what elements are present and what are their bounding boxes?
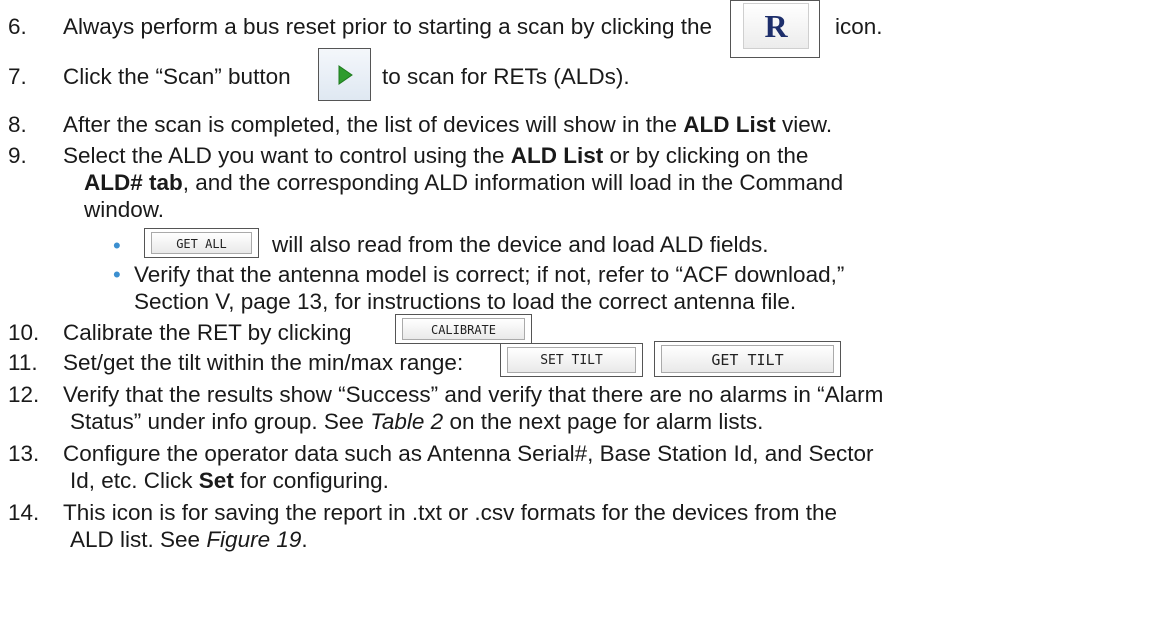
bullet-text: Verify that the antenna model is correct… [134,262,845,287]
step-text: Verify that the results show “Success” a… [63,382,884,407]
get-all-button[interactable]: GET ALL [144,228,259,258]
bus-reset-icon: R [764,8,788,44]
step-text: Always perform a bus reset prior to star… [63,14,713,39]
calibrate-button[interactable]: CALIBRATE [395,314,532,344]
step-text: ALD list. See Figure 19. [70,527,308,552]
bullet-dot: • [113,262,121,287]
step-text: window. [84,197,165,222]
bus-reset-button[interactable]: R [730,0,820,58]
step-number: 8. [8,112,27,137]
step-text: Calibrate the RET by clicking [63,320,352,345]
step-text: Configure the operator data such as Ante… [63,441,874,466]
step-text: Id, etc. Click Set for configuring. [70,468,389,493]
bullet-text: Section V, page 13, for instructions to … [134,289,797,314]
bullet-text: will also read from the device and load … [272,232,769,257]
step-number: 10. [8,320,40,345]
scan-button[interactable] [318,48,371,101]
step-text: ALD# tab, and the corresponding ALD info… [84,170,844,195]
step-number: 13. [8,441,40,466]
step-number: 6. [8,14,27,39]
play-icon [338,65,353,85]
step-number: 9. [8,143,27,168]
step-text: After the scan is completed, the list of… [63,112,833,137]
step-text: Select the ALD you want to control using… [63,143,809,168]
step-text: Click the “Scan” button [63,64,291,89]
step-text: icon. [835,14,883,39]
step-number: 11. [8,350,38,375]
get-tilt-button[interactable]: GET TILT [654,341,841,377]
step-text: Status” under info group. See Table 2 on… [70,409,764,434]
set-tilt-button[interactable]: SET TILT [500,343,643,377]
step-text: Set/get the tilt within the min/max rang… [63,350,464,375]
step-number: 14. [8,500,40,525]
step-number: 12. [8,382,40,407]
bullet-dot: • [113,233,121,258]
step-text: to scan for RETs (ALDs). [382,64,630,89]
step-text: This icon is for saving the report in .t… [63,500,838,525]
step-number: 7. [8,64,27,89]
